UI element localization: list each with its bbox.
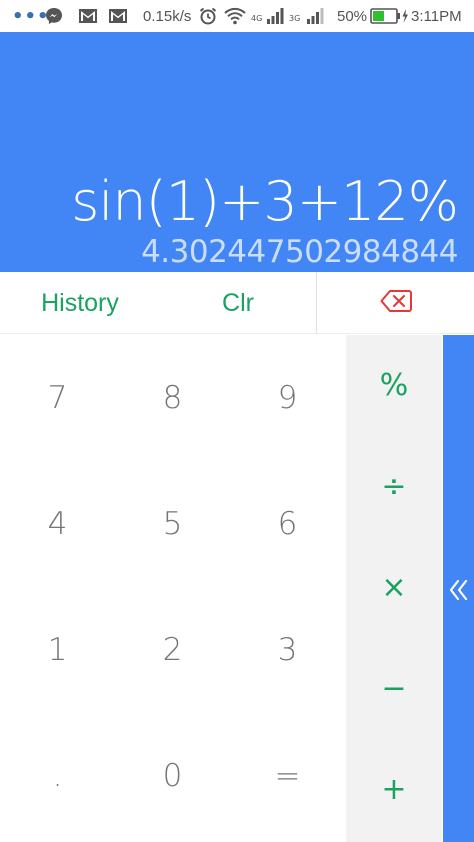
key-5[interactable]: 5 [115,461,230,587]
percent-button[interactable]: % [346,335,442,436]
divide-button[interactable]: ÷ [346,436,442,537]
calculator-display: sin(1)+3+12% 4.302447502984844 [0,32,474,272]
key-decimal[interactable]: . [0,713,115,839]
gmail-icon [78,0,98,32]
battery-percent: 50% [337,7,368,25]
status-bar: ••• 0.15k/s 4G 3G 50% 3:11PM [0,0,474,32]
advanced-panel-handle[interactable] [443,335,474,842]
backspace-icon [380,289,412,317]
messenger-icon [44,0,64,32]
wifi-icon [224,0,246,32]
network-type-3g: 3G [289,13,301,23]
minus-button[interactable]: − [346,638,442,739]
key-1[interactable]: 1 [0,587,115,713]
signal-icon [266,0,284,32]
multiply-button[interactable]: × [346,537,442,638]
network-type-4g: 4G [251,13,263,23]
action-row: History Clr [0,272,474,334]
key-2[interactable]: 2 [115,587,230,713]
key-8[interactable]: 8 [115,335,230,461]
history-button[interactable]: History [20,272,140,334]
number-pad: 7 8 9 4 5 6 1 2 3 . 0 = [0,335,346,842]
battery-charging-icon [370,0,410,32]
backspace-button[interactable] [317,272,474,334]
key-equals[interactable]: = [230,713,345,839]
key-0[interactable]: 0 [115,713,230,839]
key-9[interactable]: 9 [230,335,345,461]
clear-button[interactable]: Clr [196,272,280,334]
network-speed: 0.15k/s [143,7,192,25]
expression-text[interactable]: sin(1)+3+12% [71,172,459,232]
clock-time: 3:11PM [411,7,462,25]
key-6[interactable]: 6 [230,461,345,587]
key-7[interactable]: 7 [0,335,115,461]
key-4[interactable]: 4 [0,461,115,587]
operator-panel: % ÷ × − + [346,335,442,842]
gmail-icon [108,0,128,32]
alarm-icon [198,0,218,32]
double-chevron-left-icon [443,575,474,605]
key-3[interactable]: 3 [230,587,345,713]
result-text: 4.302447502984844 [141,234,458,270]
signal-icon [306,0,324,32]
plus-button[interactable]: + [346,739,442,840]
